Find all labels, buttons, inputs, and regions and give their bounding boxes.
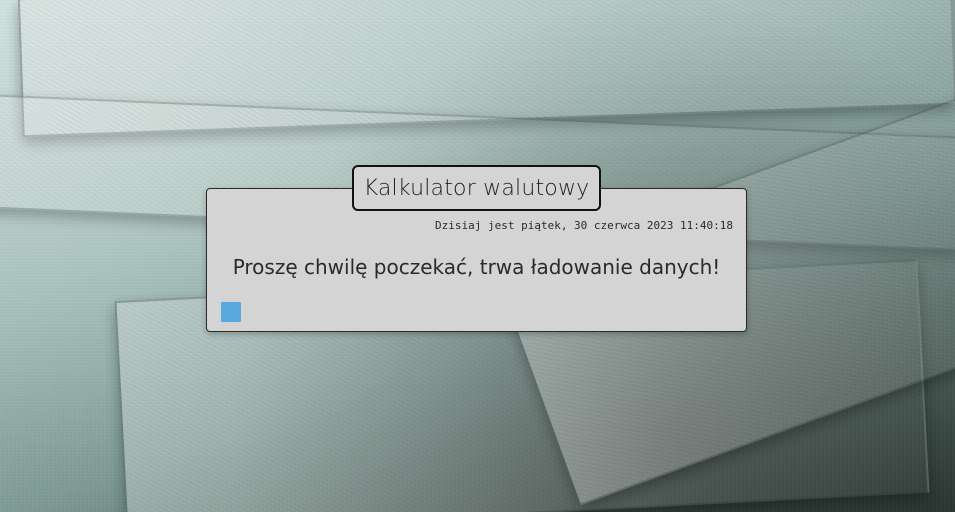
app-title: Kalkulator walutowy [363,175,590,201]
loading-message: Proszę chwilę poczekać, trwa ładowanie d… [232,255,721,279]
app-title-tab: Kalkulator walutowy [352,165,601,211]
loading-square-icon [221,302,241,322]
current-datetime: Dzisiaj jest piątek, 30 czerwca 2023 11:… [434,219,733,232]
